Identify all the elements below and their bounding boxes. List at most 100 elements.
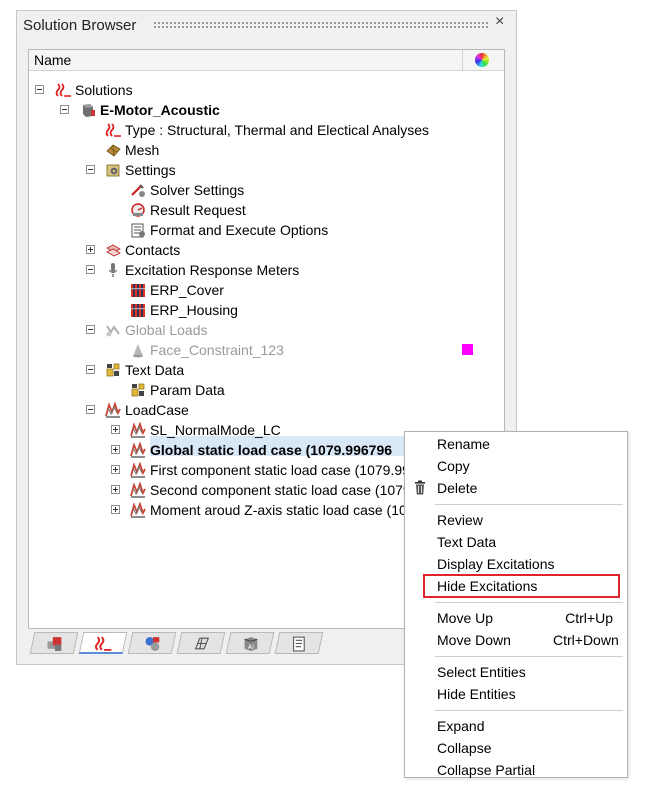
tree-row-solver[interactable]: Solver Settings — [29, 180, 499, 200]
tree-row-label: Solutions — [75, 82, 133, 98]
menu-item-select-entities[interactable]: Select Entities — [437, 662, 526, 682]
tree-row-erm[interactable]: Excitation Response Meters — [29, 260, 499, 280]
menu-item-hide-entities[interactable]: Hide Entities — [437, 684, 516, 704]
menu-item-move-up[interactable]: Move Up — [437, 608, 493, 628]
tree-row-label: ERP_Housing — [150, 302, 238, 318]
tree-row-solutions[interactable]: Solutions — [29, 80, 499, 100]
browser-tab[interactable] — [176, 632, 226, 654]
tree-row-label: E-Motor_Acoustic — [100, 102, 220, 118]
expand-toggle-icon[interactable] — [111, 505, 120, 514]
tree-row-label: Second component static load case (1079. — [150, 482, 415, 498]
expand-toggle-icon[interactable] — [86, 245, 95, 254]
collapse-toggle-icon[interactable] — [35, 85, 44, 94]
menu-item-expand[interactable]: Expand — [437, 716, 484, 736]
collapse-toggle-icon[interactable] — [86, 405, 95, 414]
expand-toggle-icon[interactable] — [111, 425, 120, 434]
column-separator[interactable] — [462, 50, 463, 70]
tree-row-label: Param Data — [150, 382, 225, 398]
tree-row-label: Settings — [125, 162, 176, 178]
tree-row-label: First component static load case (1079.9… — [150, 462, 418, 478]
menu-item-delete[interactable]: Delete — [437, 478, 477, 498]
menu-item-rename[interactable]: Rename — [437, 434, 490, 454]
collapse-toggle-icon[interactable] — [86, 165, 95, 174]
tree-row-label: Contacts — [125, 242, 181, 258]
library-tab-icon: AI — [244, 637, 258, 651]
tree-row-erpcover[interactable]: ERP_Cover — [29, 280, 499, 300]
svg-text:AI: AI — [248, 643, 254, 651]
color-swatch[interactable] — [462, 344, 473, 355]
menu-item-text-data[interactable]: Text Data — [437, 532, 496, 552]
column-name-header[interactable]: Name — [34, 52, 71, 68]
text-data-icon — [131, 383, 145, 397]
tree-row-result[interactable]: Result Request — [29, 200, 499, 220]
menu-item-collapse[interactable]: Collapse — [437, 738, 491, 758]
tree-row-label: Text Data — [125, 362, 185, 378]
text-data-icon — [106, 363, 120, 377]
tree-row-label: Type : Structural, Thermal and Electical… — [125, 122, 429, 138]
browser-tab[interactable] — [78, 632, 128, 654]
color-wheel-icon[interactable] — [475, 53, 489, 67]
browser-tab[interactable]: AI — [225, 632, 275, 654]
microphone-icon — [108, 263, 118, 277]
tree-row-loadcase[interactable]: LoadCase — [29, 400, 499, 420]
menu-item-move-down[interactable]: Move Down — [437, 630, 511, 650]
tree-row-textdata[interactable]: Text Data — [29, 360, 499, 380]
hide-excitations-highlight — [423, 574, 620, 598]
tree-row-label: LoadCase — [125, 402, 189, 418]
mesh-icon — [106, 144, 121, 157]
browser-tab[interactable] — [274, 632, 324, 654]
cone-icon — [133, 344, 143, 358]
collapse-toggle-icon[interactable] — [86, 265, 95, 274]
menu-item-copy[interactable]: Copy — [437, 456, 470, 476]
browser-tab[interactable] — [29, 632, 79, 654]
collapse-toggle-icon[interactable] — [86, 365, 95, 374]
loadcase-icon — [130, 422, 146, 438]
tree-row-globalloads[interactable]: Global Loads — [29, 320, 499, 340]
menu-shortcut: Ctrl+Down — [553, 632, 619, 648]
browser-tab[interactable] — [127, 632, 177, 654]
tree-row-label: Face_Constraint_123 — [150, 342, 284, 358]
menu-item-display-excitations[interactable]: Display Excitations — [437, 554, 555, 574]
collapse-toggle-icon[interactable] — [60, 105, 69, 114]
menu-item-collapse-partial[interactable]: Collapse Partial — [437, 760, 535, 780]
tree-row-erphousing[interactable]: ERP_Housing — [29, 300, 499, 320]
loadcase-icon — [130, 502, 146, 518]
settings-icon — [106, 164, 120, 177]
analysis-tab-icon — [145, 637, 160, 651]
expand-toggle-icon[interactable] — [111, 485, 120, 494]
menu-separator — [435, 656, 623, 657]
tree-row-label: ERP_Cover — [150, 282, 224, 298]
expand-toggle-icon[interactable] — [111, 445, 120, 454]
tree-row-label: Solver Settings — [150, 182, 245, 198]
contacts-icon — [106, 244, 121, 257]
solution-icon — [105, 123, 121, 137]
script-tab-icon — [293, 636, 305, 652]
loadcase-icon — [105, 402, 121, 418]
tree-row-faceconstraint[interactable]: Face_Constraint_123 — [29, 340, 499, 360]
tree-row-format[interactable]: Format and Execute Options — [29, 220, 499, 240]
tree-row-contacts[interactable]: Contacts — [29, 240, 499, 260]
tree-row-label: SL_NormalMode_LC — [150, 422, 281, 438]
solution-tab-icon — [95, 636, 112, 651]
menu-separator — [435, 504, 623, 505]
collapse-toggle-icon[interactable] — [86, 325, 95, 334]
tree-row-label: Format and Execute Options — [150, 222, 329, 238]
erp-icon — [131, 304, 145, 317]
tree-row-paramdata[interactable]: Param Data — [29, 380, 499, 400]
tree-row-label: Mesh — [125, 142, 160, 158]
model-tab-icon — [47, 637, 62, 651]
panel-drag-handle[interactable] — [153, 21, 489, 29]
loadcase-icon — [130, 462, 146, 478]
close-icon[interactable]: × — [495, 13, 504, 31]
menu-separator — [435, 602, 623, 603]
solution-icon — [55, 83, 71, 97]
tree-row-type[interactable]: Type : Structural, Thermal and Electical… — [29, 120, 499, 140]
tree-row-mesh[interactable]: Mesh — [29, 140, 499, 160]
geometry-tab-icon — [194, 637, 210, 650]
menu-item-review[interactable]: Review — [437, 510, 483, 530]
expand-toggle-icon[interactable] — [111, 465, 120, 474]
tree-row-emotor[interactable]: E-Motor_Acoustic — [29, 100, 499, 120]
result-request-icon — [131, 203, 145, 217]
tree-row-settings[interactable]: Settings — [29, 160, 499, 180]
loadcase-icon — [130, 482, 146, 498]
